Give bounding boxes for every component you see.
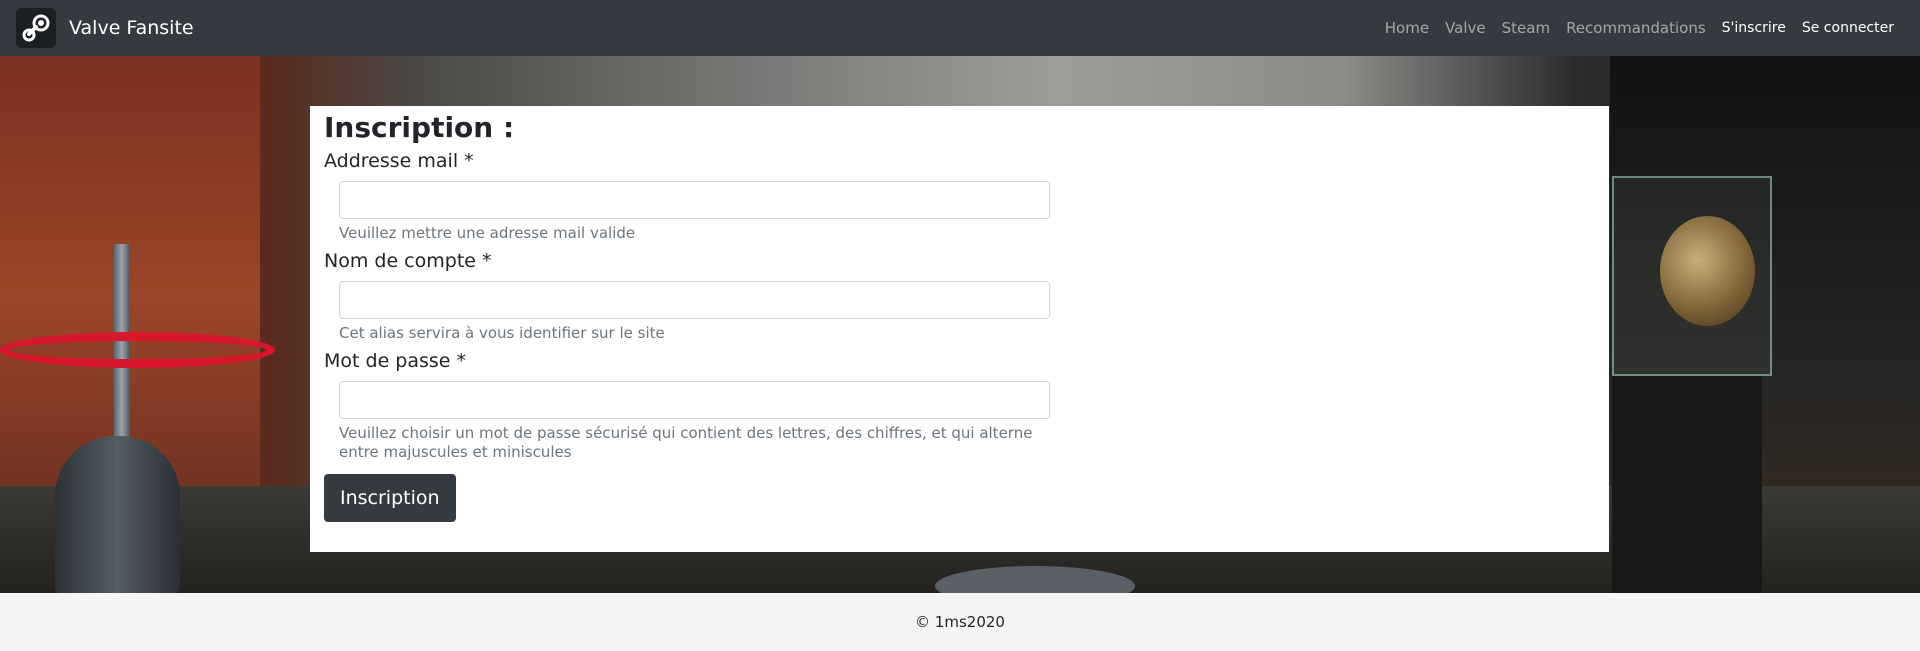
nav-link-se-connecter[interactable]: Se connecter (1802, 20, 1894, 36)
signup-form-card: Inscription : Addresse mail * Veuillez m… (310, 106, 1609, 552)
footer: © 1ms2020 (0, 593, 1920, 651)
email-help-text: Veuillez mettre une adresse mail valide (339, 224, 636, 242)
nav-link-steam[interactable]: Steam (1502, 19, 1550, 37)
brand[interactable]: Valve Fansite (16, 8, 194, 48)
email-label: Addresse mail * (324, 150, 474, 172)
brand-name[interactable]: Valve Fansite (69, 17, 194, 39)
password-help-text: Veuillez choisir un mot de passe sécuris… (339, 424, 1033, 461)
display-artifact (1660, 216, 1755, 326)
password-label: Mot de passe * (324, 350, 467, 372)
valve-body (55, 436, 180, 593)
nav-link-valve[interactable]: Valve (1445, 19, 1486, 37)
valve-wheel (0, 332, 275, 368)
display-pedestal (1612, 376, 1762, 593)
inscription-submit-button[interactable]: Inscription (324, 474, 456, 522)
username-help-text: Cet alias servira à vous identifier sur … (339, 324, 665, 342)
navbar: Valve Fansite Home Valve Steam Recommand… (0, 0, 1920, 56)
username-input[interactable] (339, 281, 1050, 319)
footer-copyright: © 1ms2020 (915, 613, 1005, 631)
nav-link-sinscrire[interactable]: S'inscrire (1722, 20, 1786, 36)
password-input[interactable] (339, 381, 1050, 419)
nav-link-home[interactable]: Home (1385, 19, 1429, 37)
form-title: Inscription : (324, 111, 515, 144)
steam-logo-icon (16, 8, 56, 48)
username-label: Nom de compte * (324, 250, 492, 272)
nav-link-recommandations[interactable]: Recommandations (1566, 19, 1706, 37)
nav-links: Home Valve Steam Recommandations S'inscr… (1369, 19, 1904, 37)
email-input[interactable] (339, 181, 1050, 219)
